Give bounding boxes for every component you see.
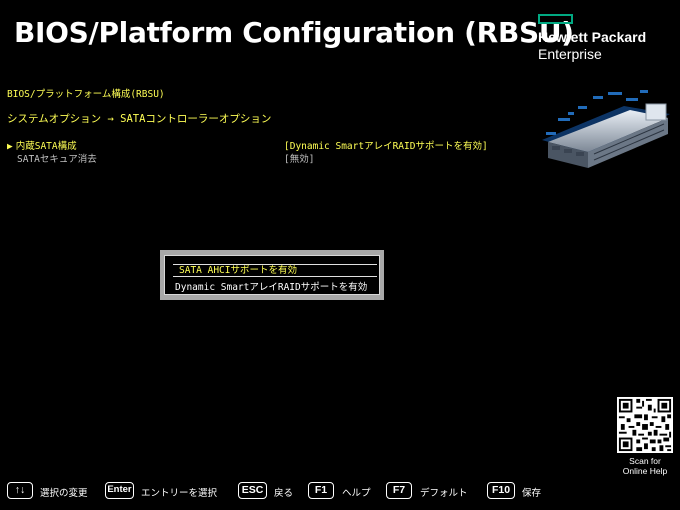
key-label-default: デフォルト	[420, 488, 468, 499]
qr-caption: Scan for Online Help	[611, 456, 679, 476]
qr-code-icon[interactable]	[617, 397, 673, 453]
brand-name-line2: Enterprise	[538, 46, 602, 62]
f1-key[interactable]: F1	[308, 482, 334, 499]
qr-caption-line2: Online Help	[622, 466, 668, 476]
key-label-save: 保存	[522, 488, 542, 499]
popup-option-ahci[interactable]: SATA AHCIサポートを有効	[173, 264, 377, 277]
qr-caption-line1: Scan for	[629, 456, 661, 466]
key-label-change-selection: 選択の変更	[40, 488, 88, 499]
brand-name-line1: Hewlett Packard	[538, 29, 647, 45]
f10-key[interactable]: F10	[487, 482, 515, 499]
section-title: システムオプション → SATAコントローラーオプション	[7, 113, 272, 125]
setting-embedded-sata[interactable]: ▶ 内蔵SATA構成	[7, 138, 77, 152]
server-illustration	[542, 90, 670, 168]
key-label-back: 戻る	[274, 488, 294, 499]
esc-key[interactable]: ESC	[238, 482, 267, 499]
key-label-select-entry: エントリーを選択	[141, 488, 218, 499]
enter-key[interactable]: Enter	[105, 482, 134, 499]
setting-sata-secure-erase[interactable]: SATAセキュア消去	[17, 151, 97, 165]
option-popup-list: SATA AHCIサポートを有効 Dynamic SmartアレイRAIDサポー…	[164, 255, 380, 295]
breadcrumb: BIOS/プラットフォーム構成(RBSU)	[7, 89, 165, 100]
f7-key[interactable]: F7	[386, 482, 412, 499]
updown-arrows-icon[interactable]: ↑↓	[7, 482, 33, 499]
option-popup: SATA AHCIサポートを有効 Dynamic SmartアレイRAIDサポー…	[160, 250, 384, 300]
setting-value[interactable]: [無効]	[284, 151, 314, 165]
key-help-bar: ↑↓ 選択の変更 Enter エントリーを選択 ESC 戻る F1 ヘルプ F7…	[0, 482, 680, 502]
hpe-logo: Hewlett Packard Enterprise	[538, 14, 646, 63]
setting-value[interactable]: [Dynamic SmartアレイRAIDサポートを有効]	[284, 138, 488, 152]
popup-option-dynamic-smart-array[interactable]: Dynamic SmartアレイRAIDサポートを有効	[175, 279, 367, 293]
page-title: BIOS/Platform Configuration (RBSU)	[14, 16, 574, 49]
selection-pointer-icon: ▶	[7, 141, 13, 152]
hpe-element-icon	[538, 14, 573, 24]
key-label-help: ヘルプ	[342, 488, 371, 499]
